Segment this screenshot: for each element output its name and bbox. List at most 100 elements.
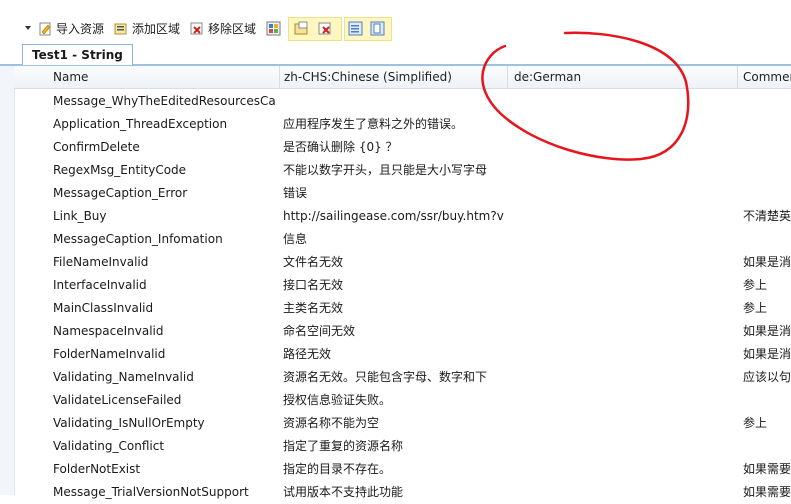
table-row[interactable]: InterfaceInvalid 接口名无效 参上 [14, 274, 791, 297]
cell-name[interactable]: ConfirmDelete [53, 136, 277, 159]
tab-test1-string[interactable]: Test1 - String [22, 44, 133, 65]
table-row[interactable]: FolderNotExist 指定的目录不存在。 如果需要 [14, 458, 791, 481]
cell-zh-chs[interactable]: 信息 [283, 228, 507, 251]
cell-comment[interactable] [743, 228, 791, 251]
table-row[interactable]: ValidateLicenseFailed 授权信息验证失败。 [14, 389, 791, 412]
cell-comment[interactable]: 如果是消 [743, 320, 791, 343]
layout-left-button[interactable] [348, 18, 363, 38]
dropdown-arrow-icon[interactable] [25, 26, 31, 30]
table-row[interactable]: RegexMsg_EntityCode 不能以数字开头，且只能是大小写字母 [14, 159, 791, 182]
cell-comment[interactable]: 参上 [743, 297, 791, 320]
cell-comment[interactable] [743, 435, 791, 458]
cell-de[interactable] [513, 435, 735, 458]
cell-name[interactable]: FileNameInvalid [53, 251, 277, 274]
cell-de[interactable] [513, 205, 735, 228]
table-row[interactable]: Validating_NameInvalid 资源名无效。只能包含字母、数字和下 应… [14, 366, 791, 389]
cell-comment[interactable] [743, 136, 791, 159]
cell-name[interactable]: MessageCaption_Error [53, 182, 277, 205]
table-row[interactable]: MessageCaption_Infomation 信息 [14, 228, 791, 251]
cell-de[interactable] [513, 343, 735, 366]
cell-comment[interactable]: 如果需要 [743, 481, 791, 504]
cell-de[interactable] [513, 159, 735, 182]
cell-zh-chs[interactable] [283, 90, 507, 113]
cell-zh-chs[interactable]: 命名空间无效 [283, 320, 507, 343]
cell-de[interactable] [513, 113, 735, 136]
add-item-button[interactable] [294, 18, 309, 38]
cell-name[interactable]: MessageCaption_Infomation [53, 228, 277, 251]
cell-comment[interactable]: 参上 [743, 274, 791, 297]
cell-zh-chs[interactable]: 路径无效 [283, 343, 507, 366]
cell-zh-chs[interactable]: 指定的目录不存在。 [283, 458, 507, 481]
cell-comment[interactable]: 应该以句 [743, 366, 791, 389]
cell-zh-chs[interactable]: 授权信息验证失败。 [283, 389, 507, 412]
cell-de[interactable] [513, 90, 735, 113]
cell-de[interactable] [513, 320, 735, 343]
cell-comment[interactable] [743, 113, 791, 136]
table-row[interactable]: Link_Buy http://sailingease.com/ssr/buy.h… [14, 205, 791, 228]
table-row[interactable]: NamespaceInvalid 命名空间无效 如果是消 [14, 320, 791, 343]
cell-name[interactable]: FolderNotExist [53, 458, 277, 481]
cell-name[interactable]: Application_ThreadException [53, 113, 277, 136]
table-row[interactable]: Message_WhyTheEditedResourcesCa [14, 90, 791, 113]
cell-comment[interactable]: 如果是消 [743, 343, 791, 366]
cell-zh-chs[interactable]: 应用程序发生了意料之外的错误。 [283, 113, 507, 136]
column-header-name[interactable]: Name [47, 66, 280, 88]
cell-zh-chs[interactable]: 指定了重复的资源名称 [283, 435, 507, 458]
cell-comment[interactable] [743, 389, 791, 412]
table-row[interactable]: FolderNameInvalid 路径无效 如果是消 [14, 343, 791, 366]
cell-zh-chs[interactable]: 不能以数字开头，且只能是大小写字母 [283, 159, 507, 182]
cell-name[interactable]: NamespaceInvalid [53, 320, 277, 343]
cell-de[interactable] [513, 412, 735, 435]
table-row[interactable]: Validating_IsNullOrEmpty 资源名称不能为空 参上 [14, 412, 791, 435]
cell-de[interactable] [513, 389, 735, 412]
cell-zh-chs[interactable]: 资源名无效。只能包含字母、数字和下 [283, 366, 507, 389]
add-region-button[interactable]: 添加区域 [114, 18, 180, 38]
cell-zh-chs[interactable]: 错误 [283, 182, 507, 205]
cell-de[interactable] [513, 366, 735, 389]
properties-button[interactable] [266, 18, 281, 38]
table-row[interactable]: Validating_Conflict 指定了重复的资源名称 [14, 435, 791, 458]
cell-comment[interactable] [743, 159, 791, 182]
cell-name[interactable]: Validating_Conflict [53, 435, 277, 458]
cell-de[interactable] [513, 297, 735, 320]
cell-name[interactable]: ValidateLicenseFailed [53, 389, 277, 412]
table-row[interactable]: MainClassInvalid 主类名无效 参上 [14, 297, 791, 320]
cell-de[interactable] [513, 458, 735, 481]
cell-zh-chs[interactable]: 资源名称不能为空 [283, 412, 507, 435]
table-row[interactable]: MessageCaption_Error 错误 [14, 182, 791, 205]
table-row[interactable]: ConfirmDelete 是否确认删除 {0} ？ [14, 136, 791, 159]
layout-right-button[interactable] [370, 18, 385, 38]
cell-comment[interactable] [743, 90, 791, 113]
cell-name[interactable]: RegexMsg_EntityCode [53, 159, 277, 182]
column-header-comment[interactable]: Commen [737, 66, 791, 88]
cell-name[interactable]: Validating_IsNullOrEmpty [53, 412, 277, 435]
cell-de[interactable] [513, 481, 735, 504]
cell-zh-chs[interactable]: 接口名无效 [283, 274, 507, 297]
column-header-de[interactable]: de:German [508, 66, 738, 88]
cell-comment[interactable]: 如果是消 [743, 251, 791, 274]
cell-comment[interactable] [743, 182, 791, 205]
column-header-zh-chs[interactable]: zh-CHS:Chinese (Simplified) [278, 66, 508, 88]
cell-zh-chs[interactable]: 是否确认删除 {0} ？ [283, 136, 507, 159]
cell-de[interactable] [513, 274, 735, 297]
cell-name[interactable]: Validating_NameInvalid [53, 366, 277, 389]
cell-zh-chs[interactable]: http://sailingease.com/ssr/buy.htm?v [283, 205, 507, 228]
cell-comment[interactable]: 参上 [743, 412, 791, 435]
delete-item-button[interactable] [318, 18, 333, 38]
cell-zh-chs[interactable]: 文件名无效 [283, 251, 507, 274]
cell-de[interactable] [513, 182, 735, 205]
cell-zh-chs[interactable]: 试用版本不支持此功能 [283, 481, 507, 504]
cell-name[interactable]: Link_Buy [53, 205, 277, 228]
table-row[interactable]: Application_ThreadException 应用程序发生了意料之外的错… [14, 113, 791, 136]
cell-name[interactable]: MainClassInvalid [53, 297, 277, 320]
import-resource-button[interactable]: 导入资源 [38, 18, 104, 38]
cell-name[interactable]: Message_WhyTheEditedResourcesCa [53, 90, 277, 113]
cell-comment[interactable]: 如果需要 [743, 458, 791, 481]
cell-de[interactable] [513, 251, 735, 274]
cell-name[interactable]: Message_TrialVersionNotSupport [53, 481, 277, 504]
cell-de[interactable] [513, 228, 735, 251]
table-row[interactable]: FileNameInvalid 文件名无效 如果是消 [14, 251, 791, 274]
cell-de[interactable] [513, 136, 735, 159]
cell-zh-chs[interactable]: 主类名无效 [283, 297, 507, 320]
cell-name[interactable]: InterfaceInvalid [53, 274, 277, 297]
